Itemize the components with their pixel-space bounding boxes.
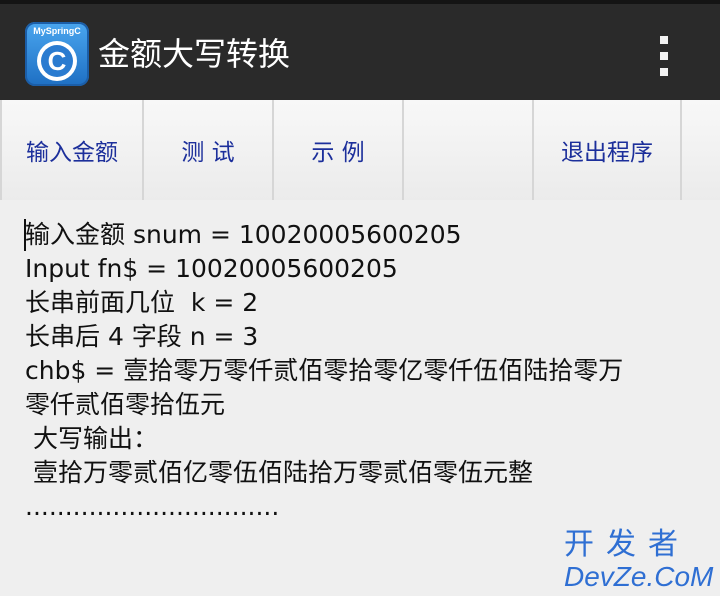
blank-button[interactable] <box>404 100 534 200</box>
example-button[interactable]: 示 例 <box>274 100 404 200</box>
blank-button-edge[interactable] <box>682 100 720 200</box>
toolbar: 输入金额 测 试 示 例 退出程序 <box>0 100 720 300</box>
console-line: ................................ <box>25 492 280 521</box>
test-button[interactable]: 测 试 <box>144 100 274 200</box>
console-line: 长串后 4 字段 n = 3 <box>25 322 259 351</box>
exit-program-button[interactable]: 退出程序 <box>534 100 682 200</box>
overflow-menu-button[interactable] <box>650 30 678 82</box>
text-cursor <box>24 219 26 251</box>
app-logo-letter: C <box>48 46 67 76</box>
app-title: 金额大写转换 <box>98 35 291 73</box>
console-line: chb$ = 壹拾零万零仟贰佰零拾零亿零仟伍佰陆拾零万 <box>25 356 624 385</box>
watermark: 开发者 DevZe.CoM <box>560 528 720 596</box>
console-line: Input fn$ = 10020005600205 <box>25 254 398 283</box>
console-line: 输入金额 snum = 10020005600205 <box>25 220 462 249</box>
watermark-cn: 开发者 <box>564 527 690 562</box>
app-icon: MySpringC C <box>25 22 89 86</box>
app-bar: MySpringC C 金额大写转换 <box>0 0 720 100</box>
console-line: 壹拾万零贰佰亿零伍佰陆拾万零贰佰零伍元整 <box>25 458 533 487</box>
app-icon-brand: MySpringC <box>33 26 81 36</box>
console-line: 大写输出： <box>25 424 158 453</box>
overflow-menu-icon <box>660 68 668 76</box>
console-line: 长串前面几位 k = 2 <box>25 288 259 317</box>
overflow-menu-icon <box>660 36 668 44</box>
input-amount-button[interactable]: 输入金额 <box>0 100 144 200</box>
watermark-en: DevZe.CoM <box>564 561 714 592</box>
console-line: 零仟贰佰零拾伍元 <box>25 390 226 419</box>
app-logo-icon: C <box>37 41 77 81</box>
overflow-menu-icon <box>660 52 668 60</box>
